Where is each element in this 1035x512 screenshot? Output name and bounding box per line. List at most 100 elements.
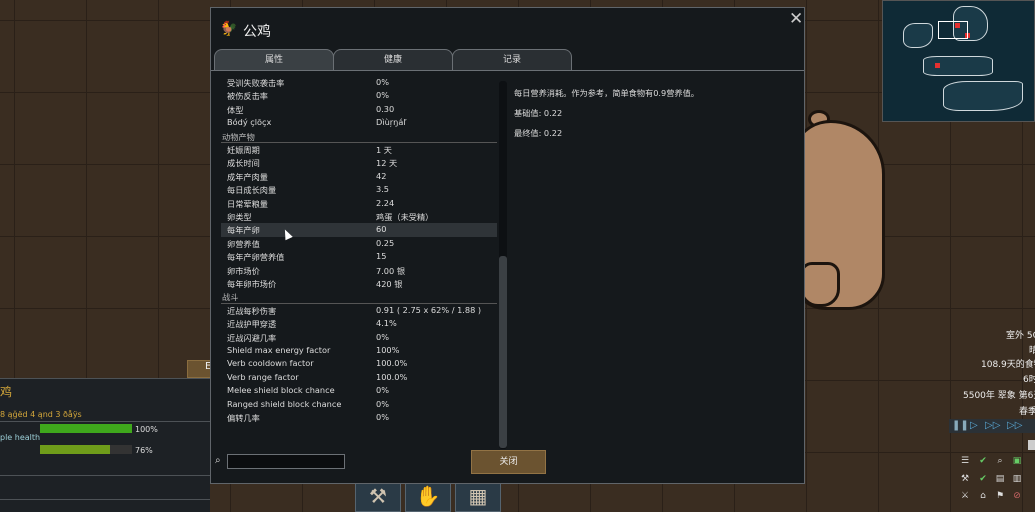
food-days: 108.9天的食物 — [981, 360, 1035, 370]
stat-label: 偏转几率 — [227, 413, 260, 423]
stat-value: 0% — [376, 398, 389, 409]
pawn-age: 8 ąğëd 4 ąnd 3 ðåÿs — [0, 410, 82, 419]
stat-row[interactable]: 成长时间 12 天 — [221, 156, 497, 169]
stat-label: Shield max energy factor — [227, 345, 331, 355]
forbid-icon[interactable]: ⊘ — [1012, 491, 1022, 501]
need-bar — [40, 445, 132, 454]
stat-value: 4.1% — [376, 318, 397, 329]
stat-value: 鸡蛋（未受精） — [376, 212, 434, 222]
stat-row[interactable]: 卵类型 鸡蛋（未受精） — [221, 210, 497, 223]
stat-value: 420 银 — [376, 279, 403, 289]
speed2-icon[interactable]: ▷▷ — [985, 420, 1000, 431]
health-bar-value: 100% — [135, 425, 158, 434]
stat-label: Melee shield block chance — [227, 385, 335, 396]
scroll-thumb[interactable] — [499, 256, 507, 448]
category-header: 战斗 — [222, 292, 239, 303]
speed3-icon[interactable]: ▷▷ — [1007, 420, 1022, 431]
info-dialog: 🐓 公鸡 ✕ 属性 健康 记录 受训失败袭击率 0% 被伤反击率 0% 体型 0.30 Bó… — [210, 7, 805, 484]
search-input[interactable] — [227, 454, 345, 469]
stat-row[interactable]: Bódý çlõçx Dìùŗŋáľ — [221, 116, 497, 129]
date: 5500年 翠象 第6天 — [963, 391, 1035, 401]
stat-label: Ranged shield block chance — [227, 398, 342, 409]
stat-label: 近战每秒伤害 — [227, 305, 277, 316]
stat-row[interactable]: 受训失败袭击率 0% — [221, 76, 497, 89]
flag-icon[interactable]: ⚑ — [995, 491, 1005, 501]
zoom-icon[interactable]: ⌕ — [995, 456, 1005, 466]
health-bar — [40, 424, 132, 433]
close-icon[interactable]: ✕ — [789, 9, 803, 29]
stat-row[interactable]: 每日成长肉量 3.5 — [221, 183, 497, 196]
stat-row[interactable]: Shield max energy factor 100% — [221, 344, 497, 357]
stat-row[interactable]: 卵市场价 7.00 银 — [221, 264, 497, 277]
dialog-title: 公鸡 — [243, 24, 271, 40]
stat-row[interactable]: 成年产肉量 42 — [221, 170, 497, 183]
stat-value: 0% — [376, 412, 389, 422]
stat-row[interactable]: Verb range factor 100.0% — [221, 371, 497, 384]
stat-value: 0% — [376, 331, 389, 342]
stat-row[interactable]: 每年产卵营养值 15 — [221, 250, 497, 263]
tab-health[interactable]: 健康 — [333, 49, 453, 70]
desc-final-value: 最终值: 0.22 — [514, 128, 563, 138]
stat-value: 60 — [376, 224, 387, 235]
stat-label: 每年产卵营养值 — [227, 252, 285, 263]
stat-row[interactable]: 被伤反击率 0% — [221, 89, 497, 102]
stat-row[interactable]: 卵营养值 0.25 — [221, 237, 497, 250]
pause-icon[interactable]: ❚❚ — [952, 420, 969, 431]
category-header: 动物产物 — [222, 131, 255, 142]
tab-stats[interactable]: 属性 — [214, 49, 334, 70]
stat-value: 100% — [376, 345, 400, 355]
health-bar-label: ple health — [0, 433, 41, 442]
stat-value: 1 天 — [376, 145, 392, 155]
stats-list[interactable]: 受训失败袭击率 0% 被伤反击率 0% 体型 0.30 Bódý çlõçx Dìùŗŋáľ 动… — [221, 76, 501, 436]
close-button[interactable]: 关闭 — [471, 450, 546, 474]
stat-label: 卵类型 — [227, 212, 252, 222]
season: 春季 — [1019, 407, 1035, 417]
stat-row[interactable]: 近战每秒伤害 0.91 ( 2.75 x 62% / 1.88 ) — [221, 304, 497, 317]
list-icon[interactable]: ☰ — [960, 456, 970, 466]
stat-value: 2.24 — [376, 197, 395, 208]
stat-label: 体型 — [227, 104, 244, 115]
stat-row[interactable]: 近战护甲穿透 4.1% — [221, 317, 497, 330]
stat-row[interactable]: Ranged shield block chance 0% — [221, 398, 497, 411]
stat-row[interactable]: 偏转几率 0% — [221, 411, 497, 424]
stat-label: 每日成长肉量 — [227, 185, 277, 196]
stat-row[interactable]: Melee shield block chance 0% — [221, 384, 497, 397]
stat-row[interactable]: Verb cooldown factor 100.0% — [221, 357, 497, 370]
grid-icon[interactable]: ▣ — [1012, 456, 1022, 466]
stat-value: 7.00 银 — [376, 265, 406, 276]
stat-label: Verb range factor — [227, 371, 299, 382]
stat-row[interactable]: 每年卵市场价 420 银 — [221, 277, 497, 290]
tool-icon[interactable]: ⚒ — [960, 474, 970, 484]
box2-icon[interactable]: ▥ — [1012, 474, 1022, 484]
stat-label: 卵营养值 — [227, 238, 260, 249]
stat-value: 0.25 — [376, 237, 395, 248]
stat-label: 妊娠周期 — [227, 145, 260, 155]
world-minimap[interactable] — [882, 0, 1035, 122]
stat-label: 近战闪避几率 — [227, 332, 277, 343]
stat-row[interactable]: 妊娠周期 1 天 — [221, 143, 497, 156]
check-icon[interactable]: ✔ — [978, 456, 988, 466]
minimap-viewport[interactable] — [938, 21, 968, 39]
stat-value: 3.5 — [376, 184, 390, 195]
tool2-icon[interactable]: ⚔ — [960, 491, 970, 501]
background-creature-head — [800, 262, 840, 307]
stat-value: 0% — [376, 90, 389, 101]
home-icon[interactable]: ⌂ — [978, 491, 988, 501]
rooster-icon: 🐓 — [220, 21, 238, 37]
stat-row[interactable]: 每年产卵 60 — [221, 223, 497, 237]
stat-value: 0.91 ( 2.75 x 62% / 1.88 ) — [376, 304, 482, 315]
stats-scrollbar[interactable] — [499, 81, 507, 449]
stat-row[interactable]: 近战闪避几率 0% — [221, 331, 497, 344]
stat-label: 近战护甲穿透 — [227, 319, 277, 330]
tab-log[interactable]: 记录 — [452, 49, 572, 70]
stat-value: 0.30 — [376, 103, 395, 114]
speed1-icon[interactable]: ▷ — [970, 420, 978, 431]
speed-controls[interactable]: ❚❚ ▷ ▷▷ ▷▷ — [949, 419, 1035, 433]
stat-row[interactable]: 日常荤粮量 2.24 — [221, 197, 497, 210]
toggle-icon[interactable] — [1028, 440, 1035, 450]
stat-row[interactable]: 体型 0.30 — [221, 103, 497, 116]
box-icon[interactable]: ▤ — [995, 474, 1005, 484]
check2-icon[interactable]: ✔ — [978, 474, 988, 484]
stat-label: 成年产肉量 — [227, 171, 268, 182]
outdoor-temp: 室外 5C — [1006, 331, 1035, 341]
